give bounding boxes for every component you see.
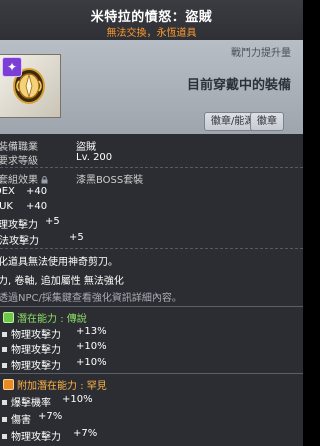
- description-line: 潛力, 卷軸, 追加屬性 無法強化: [0, 276, 124, 287]
- stat-label: 物理攻擊力: [0, 220, 38, 231]
- potential-line: 物理攻擊力 +13%: [0, 326, 107, 341]
- divider: [0, 248, 303, 249]
- bullet-icon: [2, 332, 7, 337]
- description-line: 此化道具無法使用神奇剪刀。: [0, 257, 118, 268]
- tooltip-header: 米特拉的憤怒：盜賊 無法交換，永恆道具: [0, 0, 303, 40]
- divider: [0, 167, 303, 168]
- item-icon: ✦: [0, 54, 61, 118]
- set-effect-row: 套組效果 漆黑BOSS套裝: [0, 171, 143, 186]
- bullet-icon: [2, 400, 7, 405]
- additional-potential-line: 傷害 +7%: [0, 411, 62, 426]
- stat-value: +5: [45, 216, 60, 227]
- item-tooltip: 米特拉的憤怒：盜賊 無法交換，永恆道具 ✦ 戰鬥力提升量 目前穿戴中的裝備 徽章…: [0, 0, 303, 446]
- potential-header: 潛在能力 : 傳說: [3, 310, 87, 325]
- req-job-value: 盜賊: [76, 142, 96, 153]
- set-effect-value: 漆黑BOSS套裝: [76, 175, 144, 186]
- stat-row: 魔法攻擊力 +5: [0, 232, 84, 247]
- item-title: 米特拉的憤怒：盜賊: [90, 10, 213, 25]
- stat-value: +5: [69, 232, 84, 243]
- potential-star-icon: ✦: [2, 57, 22, 77]
- tab-badge[interactable]: 徽章: [250, 112, 284, 131]
- set-effect-label: 套組效果: [0, 175, 38, 186]
- req-level-label: 要求等級: [0, 156, 38, 167]
- additional-potential-header: 附加潛在能力 : 罕見: [3, 377, 107, 392]
- item-trade-restriction: 無法交換，永恆道具: [106, 28, 197, 39]
- additional-potential-label: 附加潛在能力: [17, 381, 77, 392]
- potential-line: 物理攻擊力 +10%: [0, 341, 107, 356]
- potential-grade: 傳說: [66, 314, 87, 325]
- additional-potential-line: 爆擊機率 +10%: [0, 394, 93, 409]
- potential-label: 潛在能力: [17, 314, 57, 325]
- stat-value: +40: [26, 186, 48, 197]
- stat-row: DEX +40: [0, 186, 47, 197]
- currently-equipped-label: 目前穿戴中的裝備: [186, 78, 291, 93]
- stat-label: 魔法攻擊力: [0, 236, 39, 247]
- additional-potential-line: 物理攻擊力 +7%: [0, 428, 97, 443]
- req-level-row: 要求等級 Lv. 200: [0, 152, 112, 167]
- stat-label: DEX: [0, 186, 15, 197]
- bullet-icon: [2, 434, 7, 439]
- req-job-row: 裝備職業 盜賊: [0, 138, 96, 153]
- lock-icon: [41, 176, 48, 184]
- description-line: 可透過NPC/採集鍵查看強化資訊詳細內容。: [0, 293, 182, 304]
- additional-potential-grade: 罕見: [86, 381, 107, 392]
- divider: [0, 306, 303, 307]
- stat-label: LUK: [0, 201, 13, 212]
- combat-power-label: 戰鬥力提升量: [231, 48, 291, 59]
- bullet-icon: [2, 417, 7, 422]
- legendary-icon: [3, 312, 14, 323]
- req-level-value: Lv. 200: [76, 152, 113, 163]
- stat-value: +40: [26, 201, 48, 212]
- rare-icon: [3, 379, 14, 390]
- bullet-icon: [2, 347, 7, 352]
- divider: [0, 373, 303, 374]
- item-info-panel: ✦ 戰鬥力提升量 目前穿戴中的裝備 徽章/能源 徽章: [0, 40, 303, 134]
- bullet-icon: [2, 363, 7, 368]
- stat-row: LUK +40: [0, 201, 47, 212]
- potential-line: 物理攻擊力 +10%: [0, 357, 107, 372]
- stat-row: 物理攻擊力 +5: [0, 216, 60, 231]
